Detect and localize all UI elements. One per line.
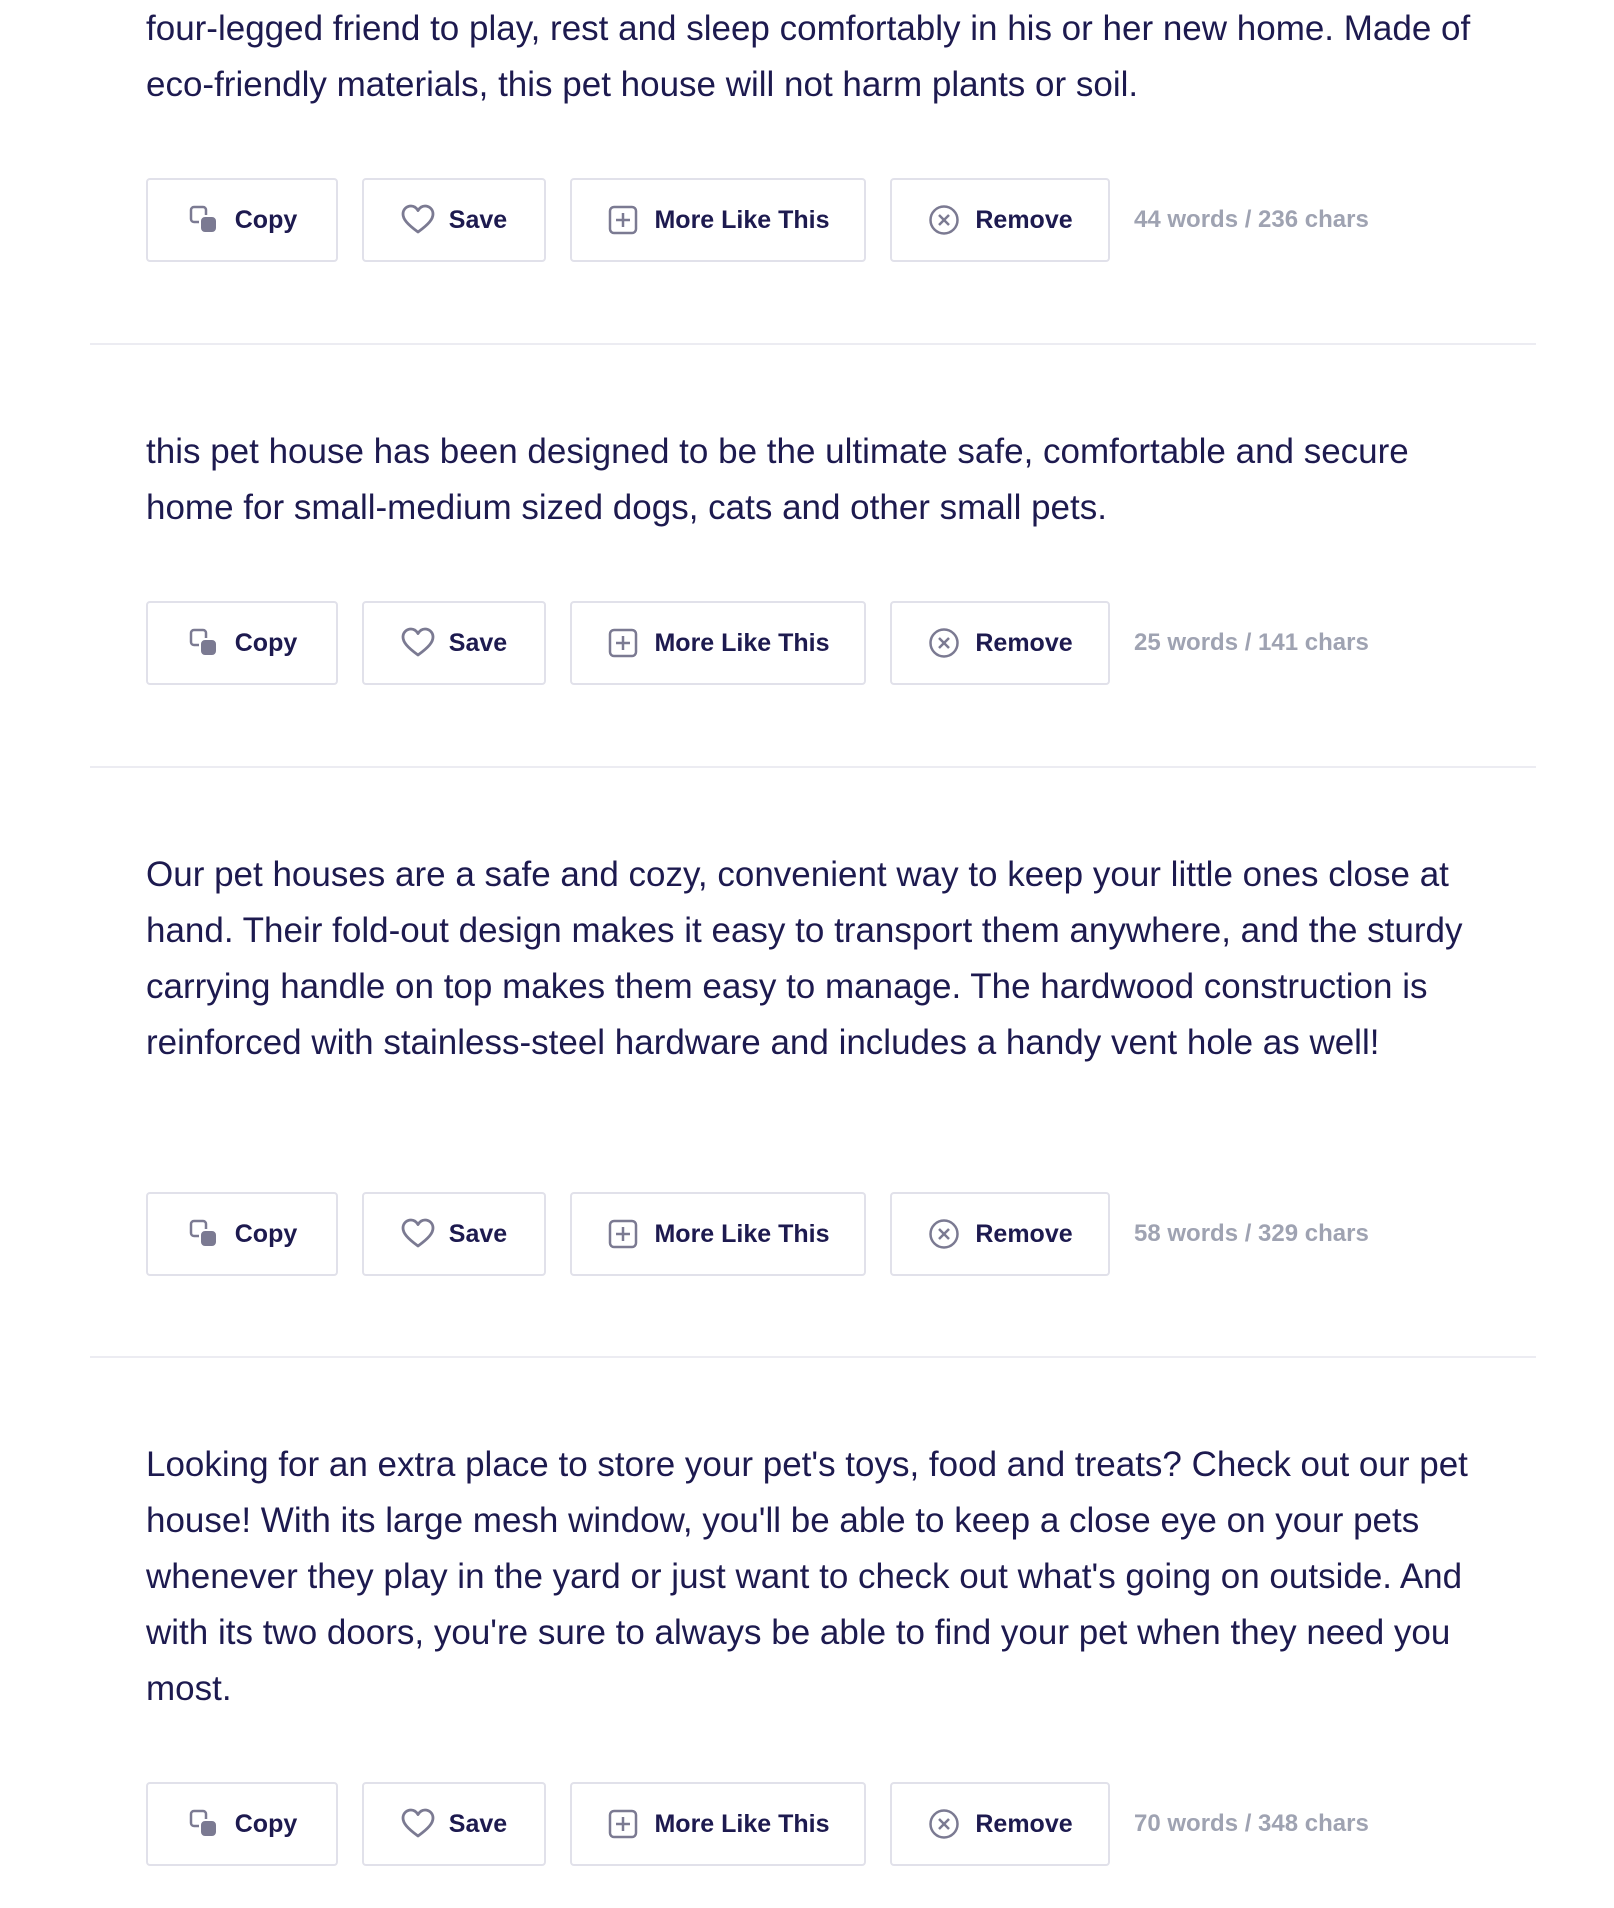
more-like-this-label: More Like This [654, 205, 830, 234]
results-list: four-legged friend to play, rest and sle… [0, 0, 1614, 1908]
copy-icon [187, 1807, 221, 1841]
copy-label: Copy [234, 1809, 298, 1838]
copy-label: Copy [234, 628, 298, 657]
word-char-count: 44 words / 236 chars [1134, 206, 1369, 233]
save-button[interactable]: Save [362, 1782, 546, 1866]
copy-icon [187, 626, 221, 660]
remove-button[interactable]: Remove [890, 1192, 1110, 1276]
word-char-count: 25 words / 141 chars [1134, 629, 1369, 656]
result-text: Our pet houses are a safe and cozy, conv… [146, 855, 1463, 1062]
more-like-this-button[interactable]: More Like This [570, 1782, 866, 1866]
remove-button[interactable]: Remove [890, 601, 1110, 685]
divider [90, 343, 1536, 345]
result-actions: Copy Save More Like This Remove 58 words… [146, 1192, 1369, 1276]
remove-button[interactable]: Remove [890, 178, 1110, 262]
result-actions: Copy Save More Like This Remove 44 words… [146, 178, 1369, 262]
heart-icon [401, 203, 435, 237]
copy-icon [187, 203, 221, 237]
more-like-this-label: More Like This [654, 628, 830, 657]
more-like-this-label: More Like This [654, 1219, 830, 1248]
more-like-this-button[interactable]: More Like This [570, 1192, 866, 1276]
plus-square-icon [606, 1217, 640, 1251]
heart-icon [401, 1807, 435, 1841]
result-text: Looking for an extra place to store your… [146, 1445, 1468, 1708]
copy-button[interactable]: Copy [146, 601, 338, 685]
save-label: Save [448, 1809, 508, 1838]
divider [90, 1356, 1536, 1358]
plus-square-icon [606, 626, 640, 660]
close-circle-icon [927, 1217, 961, 1251]
save-button[interactable]: Save [362, 178, 546, 262]
remove-label: Remove [975, 1809, 1073, 1838]
copy-button[interactable]: Copy [146, 1782, 338, 1866]
close-circle-icon [927, 203, 961, 237]
save-button[interactable]: Save [362, 1192, 546, 1276]
close-circle-icon [927, 1807, 961, 1841]
plus-square-icon [606, 203, 640, 237]
remove-label: Remove [975, 628, 1073, 657]
word-char-count: 58 words / 329 chars [1134, 1220, 1369, 1247]
copy-icon [187, 1217, 221, 1251]
save-label: Save [448, 205, 508, 234]
more-like-this-label: More Like This [654, 1809, 830, 1838]
result-text: four-legged friend to play, rest and sle… [146, 9, 1471, 104]
word-char-count: 70 words / 348 chars [1134, 1810, 1369, 1837]
remove-label: Remove [975, 205, 1073, 234]
save-label: Save [448, 628, 508, 657]
remove-button[interactable]: Remove [890, 1782, 1110, 1866]
copy-label: Copy [234, 1219, 298, 1248]
result-actions: Copy Save More Like This Remove 70 words… [146, 1782, 1369, 1866]
save-button[interactable]: Save [362, 601, 546, 685]
more-like-this-button[interactable]: More Like This [570, 178, 866, 262]
result-text: this pet house has been designed to be t… [146, 432, 1409, 527]
heart-icon [401, 1217, 435, 1251]
plus-square-icon [606, 1807, 640, 1841]
divider [90, 766, 1536, 768]
more-like-this-button[interactable]: More Like This [570, 601, 866, 685]
remove-label: Remove [975, 1219, 1073, 1248]
copy-button[interactable]: Copy [146, 178, 338, 262]
copy-label: Copy [234, 205, 298, 234]
result-actions: Copy Save More Like This Remove 25 words… [146, 601, 1369, 685]
copy-button[interactable]: Copy [146, 1192, 338, 1276]
heart-icon [401, 626, 435, 660]
close-circle-icon [927, 626, 961, 660]
save-label: Save [448, 1219, 508, 1248]
